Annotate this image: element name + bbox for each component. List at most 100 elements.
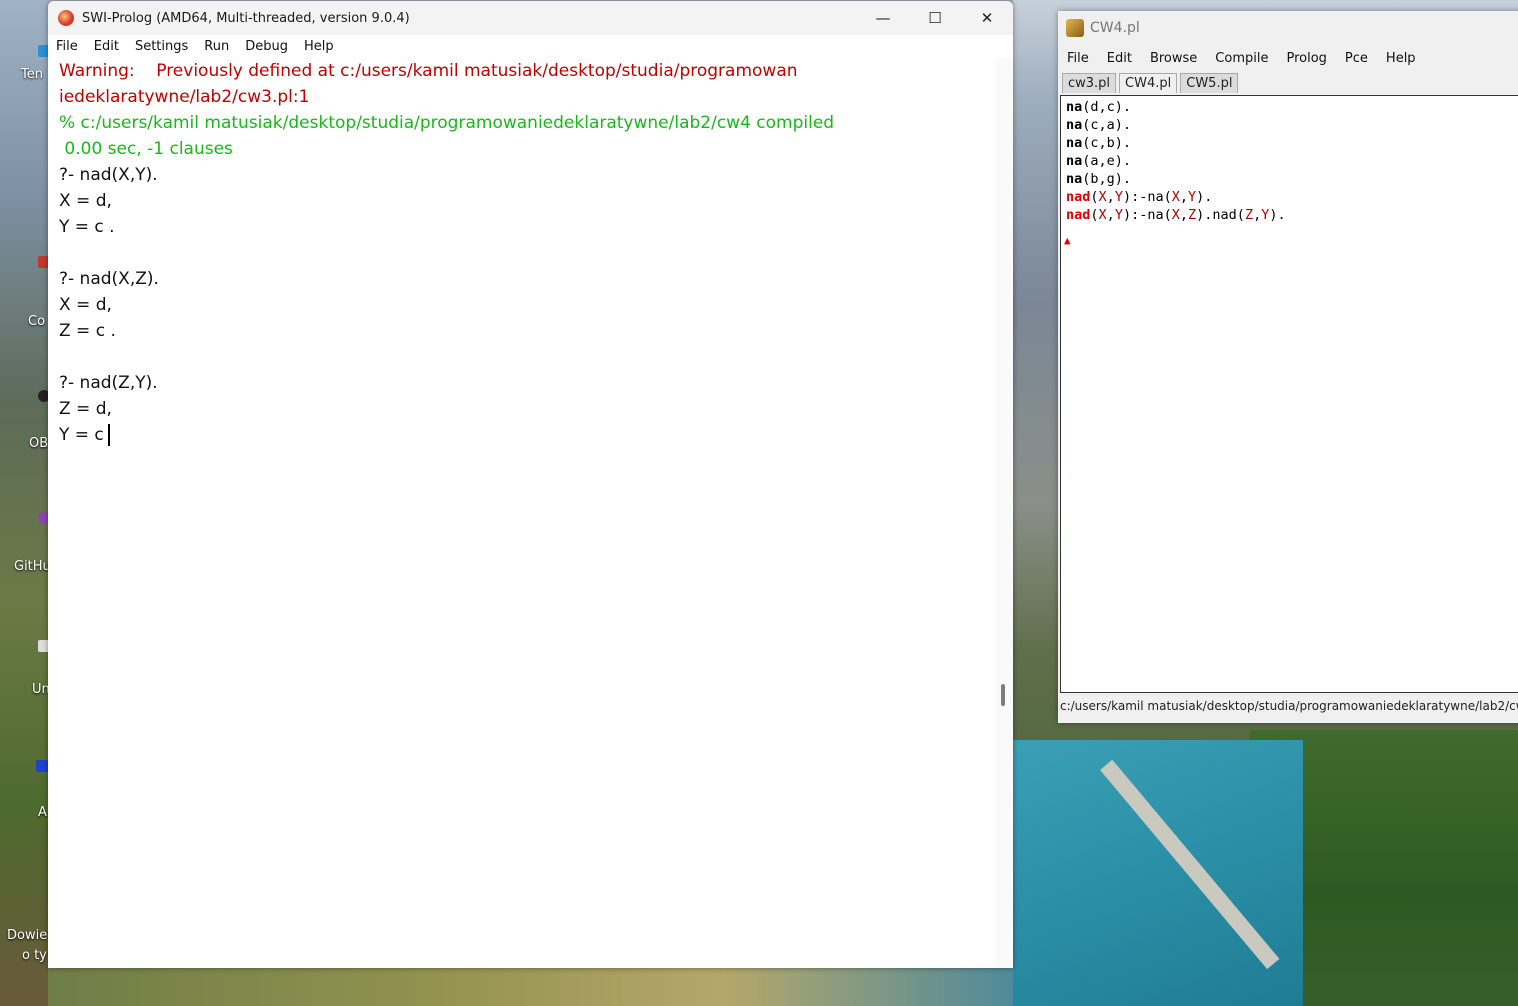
desktop-label-3[interactable]: OB xyxy=(29,436,48,451)
menu-bar: File Edit Settings Run Debug Help xyxy=(48,35,1013,57)
answer-line: Z = d, xyxy=(59,399,112,419)
wallpaper-bottom xyxy=(48,968,1013,1006)
fact-args: (c,a). xyxy=(1082,117,1132,133)
variable: X xyxy=(1098,189,1107,205)
fact-head: na xyxy=(1066,135,1083,151)
error-marker-icon: ▲ xyxy=(1064,234,1071,247)
answer-line: Y = c . xyxy=(59,217,115,237)
editor-status-bar: c:/users/kamil matusiak/desktop/studia/p… xyxy=(1060,699,1518,713)
variable: Z xyxy=(1244,207,1254,223)
swi-prolog-icon xyxy=(58,10,74,26)
editor-menu-file[interactable]: File xyxy=(1058,51,1098,66)
desktop-label-4[interactable]: GitHu xyxy=(14,559,51,574)
minimize-button[interactable]: — xyxy=(857,1,909,35)
console-output[interactable]: Warning: Previously defined at c:/users/… xyxy=(48,58,995,968)
fact-args: (c,b). xyxy=(1082,135,1132,151)
variable: Z xyxy=(1188,207,1197,223)
rule-head: nad xyxy=(1066,207,1091,223)
editor-window[interactable]: CW4.pl File Edit Browse Compile Prolog P… xyxy=(1058,11,1518,723)
answer-line: X = d, xyxy=(59,191,112,211)
rule-head: nad xyxy=(1066,189,1091,205)
editor-menu-bar: File Edit Browse Compile Prolog Pce Help xyxy=(1058,45,1518,71)
desktop-label-2[interactable]: Co xyxy=(28,314,45,329)
scrollbar-thumb[interactable] xyxy=(1001,684,1005,706)
answer-line: X = d, xyxy=(59,295,112,315)
variable: Y xyxy=(1114,207,1123,223)
code-line: na(b,g). xyxy=(1066,170,1518,188)
desktop-shortcut-icon[interactable] xyxy=(36,760,48,772)
punct: ( xyxy=(1090,207,1099,223)
editor-menu-help[interactable]: Help xyxy=(1377,51,1425,66)
variable: X xyxy=(1171,189,1180,205)
rule-line: nad(X,Y):-na(X,Y). xyxy=(1066,188,1518,206)
editor-menu-compile[interactable]: Compile xyxy=(1206,51,1277,66)
tab-cw5[interactable]: CW5.pl xyxy=(1180,73,1239,93)
code-line: na(d,c). xyxy=(1066,98,1518,116)
fact-args: (a,e). xyxy=(1082,153,1132,169)
desktop-label-1[interactable]: Ten xyxy=(21,67,43,82)
desktop-label-6[interactable]: A xyxy=(38,805,47,820)
fact-head: na xyxy=(1066,171,1083,187)
warning-line: Warning: Previously defined at c:/users/… xyxy=(59,61,798,81)
desktop-wallpaper-left xyxy=(0,0,48,1006)
editor-menu-prolog[interactable]: Prolog xyxy=(1277,51,1335,66)
variable: X xyxy=(1098,207,1107,223)
tab-cw3[interactable]: cw3.pl xyxy=(1062,73,1117,93)
title-bar[interactable]: SWI-Prolog (AMD64, Multi-threaded, versi… xyxy=(48,1,1013,35)
variable: X xyxy=(1171,207,1180,223)
editor-title-bar[interactable]: CW4.pl xyxy=(1058,11,1518,45)
close-button[interactable]: ✕ xyxy=(961,1,1013,35)
menu-edit[interactable]: Edit xyxy=(86,39,127,54)
punct: ). xyxy=(1269,207,1286,223)
text-cursor xyxy=(107,424,110,446)
prolog-console-window[interactable]: SWI-Prolog (AMD64, Multi-threaded, versi… xyxy=(48,1,1013,968)
maximize-button[interactable]: ☐ xyxy=(909,1,961,35)
query-line: ?- nad(X,Y). xyxy=(59,165,158,185)
punct: , xyxy=(1106,189,1115,205)
pce-editor-icon xyxy=(1066,19,1084,37)
editor-menu-edit[interactable]: Edit xyxy=(1098,51,1141,66)
punct: ).nad( xyxy=(1196,207,1245,223)
menu-file[interactable]: File xyxy=(48,39,86,54)
current-answer-text: Y = c xyxy=(59,425,104,445)
warning-line-cont: iedeklaratywne/lab2/cw3.pl:1 xyxy=(59,87,310,107)
fact-head: na xyxy=(1066,99,1083,115)
code-line: na(c,b). xyxy=(1066,134,1518,152)
code-line: na(c,a). xyxy=(1066,116,1518,134)
code-line: na(a,e). xyxy=(1066,152,1518,170)
menu-run[interactable]: Run xyxy=(196,39,237,54)
query-line: ?- nad(X,Z). xyxy=(59,269,159,289)
editor-menu-pce[interactable]: Pce xyxy=(1336,51,1377,66)
fact-head: na xyxy=(1066,153,1083,169)
menu-help[interactable]: Help xyxy=(296,39,342,54)
punct: , xyxy=(1106,207,1115,223)
punct: ( xyxy=(1090,189,1099,205)
window-title: SWI-Prolog (AMD64, Multi-threaded, versi… xyxy=(82,10,410,26)
punct: , xyxy=(1179,207,1189,223)
desktop-label-8[interactable]: o ty xyxy=(22,948,47,963)
variable: Y xyxy=(1114,189,1123,205)
editor-title: CW4.pl xyxy=(1090,20,1140,36)
rule-line: nad(X,Y):-na(X,Z).nad(Z,Y). xyxy=(1066,206,1518,224)
compiled-stats-line: 0.00 sec, -1 clauses xyxy=(59,139,233,159)
variable: Y xyxy=(1188,189,1197,205)
fact-args: (d,c). xyxy=(1082,99,1132,115)
answer-line: Z = c . xyxy=(59,321,116,341)
vertical-scrollbar[interactable] xyxy=(995,58,1013,968)
wallpaper-lake xyxy=(1013,740,1303,1006)
punct: , xyxy=(1179,189,1189,205)
code-editor[interactable]: na(d,c). na(c,a). na(c,b). na(a,e). na(b… xyxy=(1060,95,1518,693)
query-line: ?- nad(Z,Y). xyxy=(59,373,158,393)
menu-debug[interactable]: Debug xyxy=(237,39,296,54)
compiled-line: % c:/users/kamil matusiak/desktop/studia… xyxy=(59,113,835,133)
punct: ):-na( xyxy=(1122,207,1172,223)
editor-menu-browse[interactable]: Browse xyxy=(1141,51,1206,66)
desktop-label-7[interactable]: Dowie xyxy=(7,928,47,943)
fact-args: (b,g). xyxy=(1082,171,1132,187)
answer-line-current: Y = c xyxy=(59,422,995,448)
tab-cw4[interactable]: CW4.pl xyxy=(1119,73,1178,93)
menu-settings[interactable]: Settings xyxy=(127,39,196,54)
punct: , xyxy=(1253,207,1262,223)
punct: ):-na( xyxy=(1122,189,1172,205)
